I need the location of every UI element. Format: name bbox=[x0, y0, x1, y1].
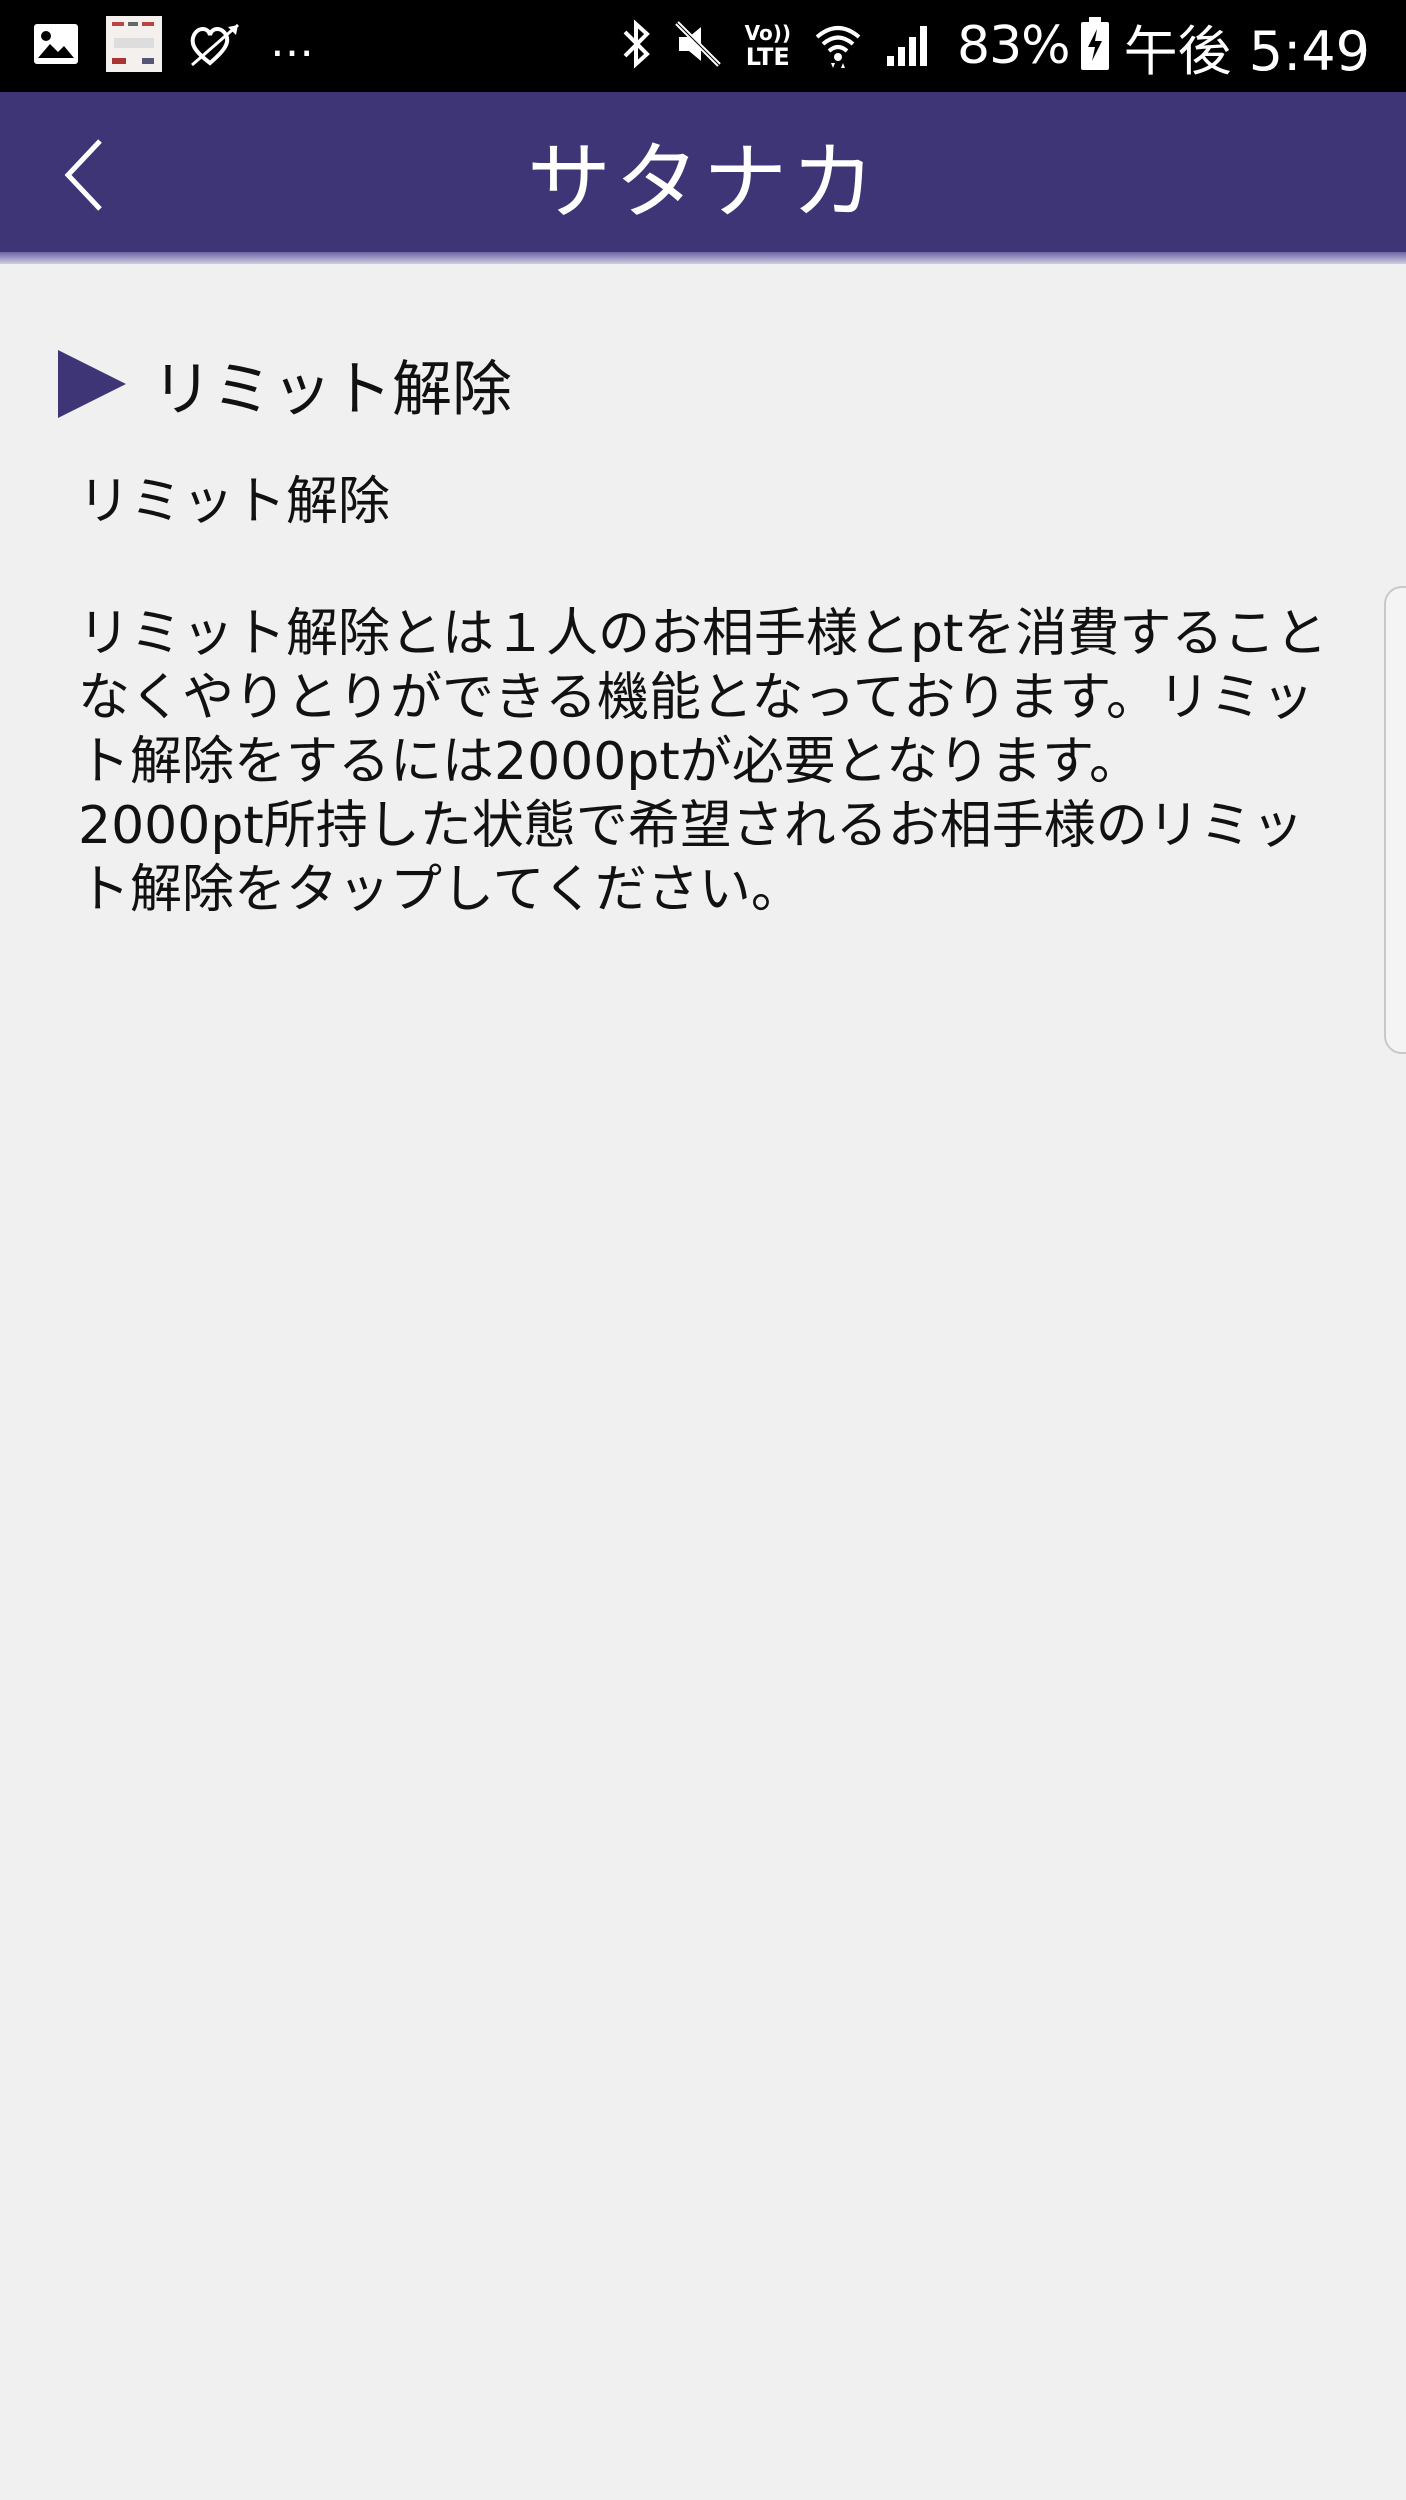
clock: 午後 5:49 bbox=[1123, 19, 1370, 83]
section-heading: リミット解除 bbox=[58, 344, 512, 425]
section-heading-text: リミット解除 bbox=[152, 354, 512, 425]
section-subtitle: リミット解除 bbox=[78, 472, 391, 532]
status-bar: … Vo)) LTE 83% 午後 5:49 bbox=[0, 0, 1406, 92]
notification-overflow: … bbox=[270, 16, 316, 67]
volte-label: Vo)) bbox=[744, 21, 791, 45]
page-title: サタナカ bbox=[526, 133, 879, 231]
section-body: リミット解除とは１人のお相手様とptを消費することなくやりとりができる機能となっ… bbox=[78, 604, 1328, 920]
lte-label: LTE bbox=[745, 43, 790, 71]
status-bar-right: Vo)) LTE 83% 午後 5:49 bbox=[621, 12, 1370, 83]
volte-icon: Vo)) LTE bbox=[745, 23, 791, 69]
heart-arrow-icon bbox=[188, 19, 244, 73]
mute-icon bbox=[673, 19, 723, 73]
triangle-bullet-icon bbox=[58, 350, 126, 418]
edge-panel-handle[interactable] bbox=[1384, 586, 1406, 1054]
bluetooth-icon bbox=[621, 18, 651, 74]
battery-percent: 83% bbox=[956, 16, 1071, 76]
app-bar: サタナカ bbox=[0, 92, 1406, 260]
app-thumbnail-icon bbox=[106, 16, 162, 76]
wifi-icon bbox=[813, 19, 863, 73]
status-bar-left: … bbox=[32, 16, 316, 76]
signal-icon bbox=[885, 20, 935, 72]
gallery-icon bbox=[32, 22, 80, 70]
app-bar-divider bbox=[0, 252, 1406, 264]
battery-charging-icon bbox=[1080, 17, 1110, 75]
